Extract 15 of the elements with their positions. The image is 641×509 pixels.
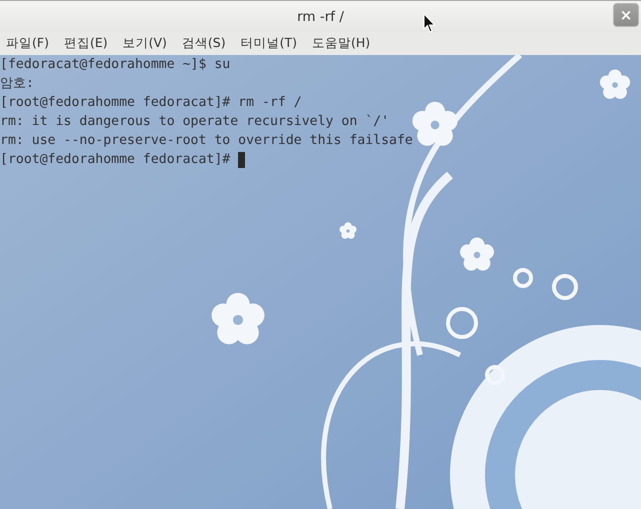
menu-item[interactable]: 파일(F) <box>6 35 49 52</box>
text-cursor <box>238 152 246 168</box>
menu-item[interactable]: 터미널(T) <box>240 35 298 52</box>
menu-item[interactable]: 보기(V) <box>122 35 167 52</box>
terminal-line: 암호: <box>0 75 35 93</box>
terminal-line: [fedoracat@fedorahomme ~]$ su <box>0 56 232 74</box>
window-title: rm -rf / <box>297 8 344 24</box>
mouse-pointer-icon <box>423 13 436 33</box>
menu-item[interactable]: 도움말(H) <box>312 35 370 52</box>
terminal-line: rm: use --no-preserve-root to override this failsafe <box>0 132 414 150</box>
menu-item[interactable]: 편집(E) <box>64 35 108 52</box>
terminal-line: [root@fedorahomme fedoracat]# rm -rf / <box>0 94 303 112</box>
terminal-prompt: [root@fedorahomme fedoracat]# <box>0 151 232 169</box>
menu-item[interactable]: 검색(S) <box>182 35 226 52</box>
terminal-line: rm: it is dangerous to operate recursively on `/' <box>0 113 390 131</box>
